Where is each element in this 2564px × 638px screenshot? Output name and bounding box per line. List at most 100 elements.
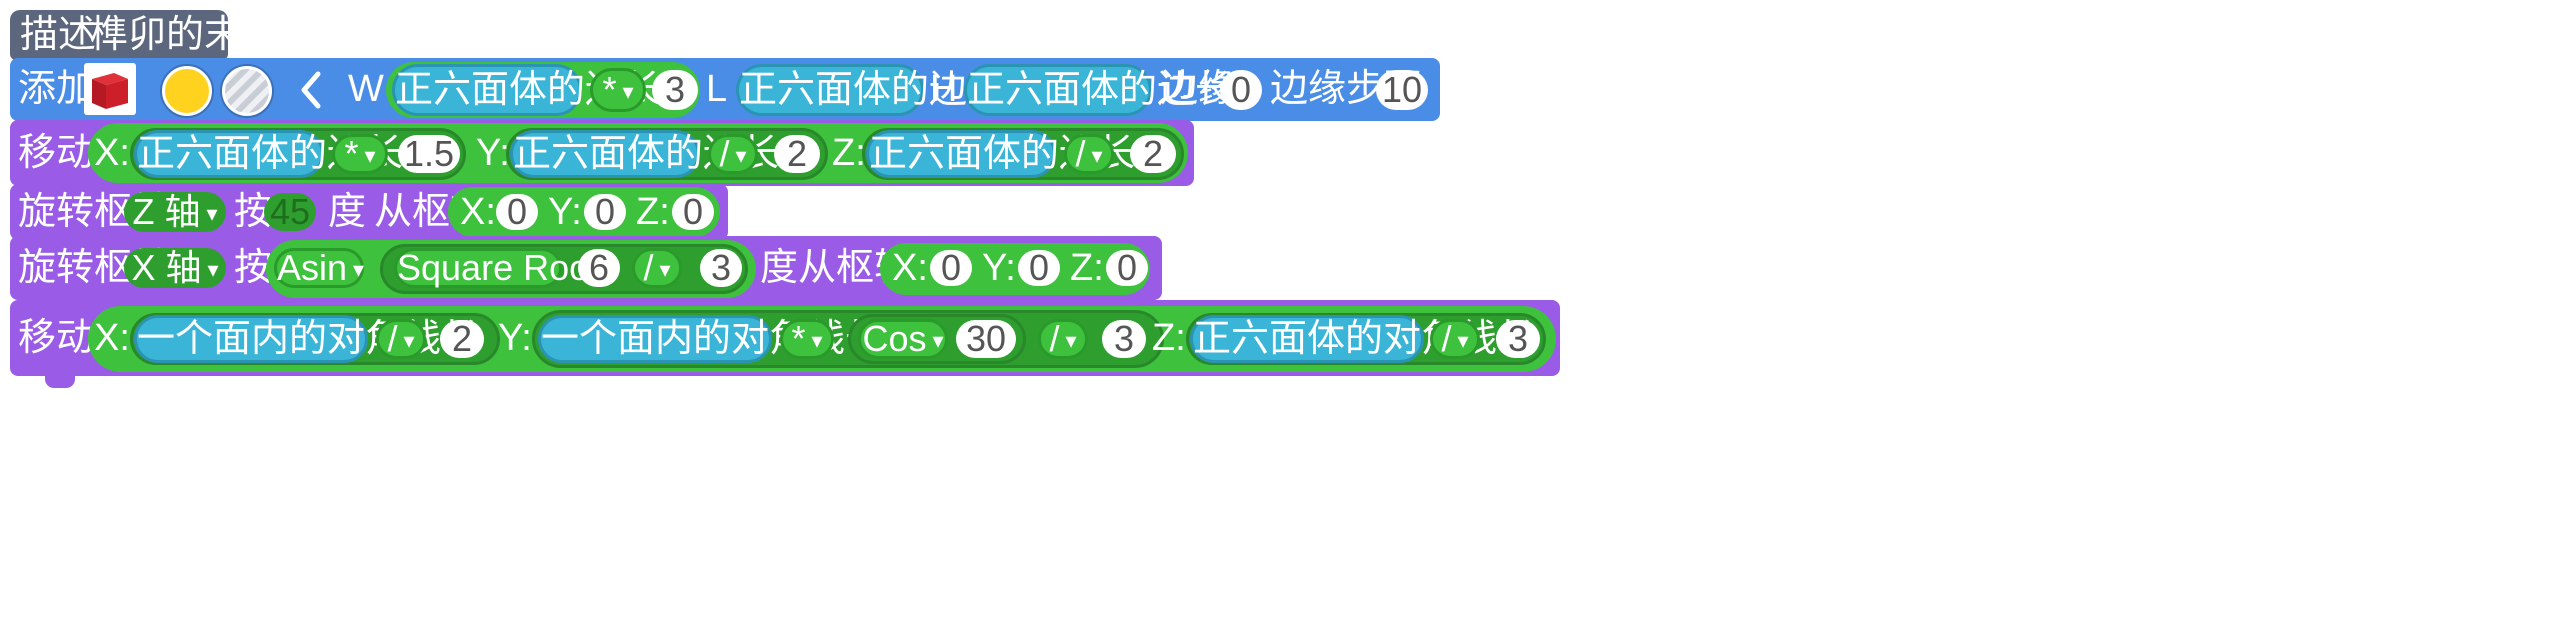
y-op-value: / [719, 133, 730, 174]
z-label: Z: [1152, 317, 1186, 359]
axis-value: Z 轴 [132, 191, 201, 232]
y-var-reporter[interactable]: 正六面体的边长 [510, 130, 779, 178]
x-input[interactable]: 0 [930, 250, 972, 286]
z-var-reporter[interactable]: 正六面体的边长 [866, 130, 1135, 178]
h-label: H [930, 68, 958, 110]
z-label: Z: [1070, 247, 1104, 289]
cos-value: Cos [862, 318, 927, 359]
axis-value: X 轴 [131, 247, 202, 288]
x-op-value: * [344, 133, 359, 174]
z-num-input[interactable]: 2 [1130, 135, 1176, 173]
y-op-dropdown[interactable]: / ▾ [708, 134, 758, 174]
chevron-down-icon: ▾ [353, 257, 365, 283]
rotate-block-1[interactable]: 旋转枢轴 Z 轴 ▾ 按 45 度 从枢轴 X: 0 Y: 0 Z: 0 [10, 184, 728, 240]
y-num-input[interactable]: 3 [1102, 320, 1146, 358]
edge-input[interactable]: 0 [1220, 70, 1262, 110]
x-label: X: [460, 191, 496, 233]
y-op1-dropdown[interactable]: * ▾ [780, 319, 834, 359]
z-label: Z: [636, 191, 670, 233]
rotate-block-2[interactable]: 旋转枢轴 X 轴▾ 按 Asin▾ Square Root▾ 6 /▾ 3 度 … [10, 236, 1162, 300]
sqrt-input[interactable]: 6 [578, 249, 620, 287]
chevron-down-icon: ▾ [932, 328, 944, 354]
z-op-value: / [1075, 133, 1086, 174]
x-label: X: [94, 317, 130, 359]
y-op1-value: * [791, 318, 806, 359]
chevron-down-icon: ▾ [207, 257, 219, 283]
w-op-dropdown[interactable]: * ▾ [590, 68, 646, 112]
w-op-value: * [602, 69, 617, 110]
x-op-value: / [387, 318, 398, 359]
op-dropdown[interactable]: / ▾ [632, 248, 682, 288]
x-op-dropdown[interactable]: * ▾ [332, 134, 388, 174]
degree-label: 度 [328, 191, 367, 233]
z-num-input[interactable]: 3 [1496, 320, 1540, 358]
cos-dropdown[interactable]: Cos ▾ [858, 319, 948, 359]
sqrt-value: Square Root [397, 247, 600, 288]
divisor-input[interactable]: 3 [700, 249, 742, 287]
w-num-input[interactable]: 3 [652, 70, 698, 110]
y-label: Y: [476, 132, 510, 174]
func-value: Asin [277, 247, 348, 288]
w-label: W [348, 68, 384, 110]
func-dropdown[interactable]: Asin ▾ [274, 248, 364, 288]
y-num-input[interactable]: 2 [774, 135, 820, 173]
x-label: X: [892, 247, 928, 289]
z-op-value: / [1441, 318, 1452, 359]
l-var-reporter[interactable]: 正六面体的边长 [736, 64, 1005, 116]
edge-steps-input[interactable]: 10 [1376, 70, 1428, 110]
x-var-reporter[interactable]: 一个面内的对角线长 [134, 315, 479, 363]
l-label: L [706, 68, 728, 110]
z-op-dropdown[interactable]: / ▾ [1064, 134, 1114, 174]
add-block[interactable]: 添加 W 正六面体的边长 * ▾ 3 L 正六面体的边长 H 正六面体的边长 边缘… [10, 58, 1440, 121]
y-op2-dropdown[interactable]: / ▾ [1038, 319, 1088, 359]
y-label: Y: [548, 191, 582, 233]
x-label: X: [94, 132, 130, 174]
chevron-down-icon: ▾ [1065, 328, 1077, 354]
move-block-2[interactable]: 移动: X: 一个面内的对角线长 / ▾ 2 Y: 一个面内的对角线长 * ▾ Co… [10, 300, 1560, 376]
z-label: Z: [832, 132, 866, 174]
x-op-dropdown[interactable]: / ▾ [376, 319, 426, 359]
sqrt-dropdown[interactable]: Square Root▾ [394, 248, 616, 288]
chevron-down-icon: ▾ [622, 79, 634, 105]
chevron-down-icon: ▾ [1091, 143, 1103, 169]
z-input[interactable]: 0 [672, 194, 714, 230]
describe-block[interactable]: 描述 榫卯的末端 [10, 10, 280, 60]
cos-input[interactable]: 30 [956, 320, 1016, 358]
describe-label: 描述 [20, 14, 97, 56]
red-cube-icon[interactable] [84, 63, 136, 115]
block-notch [45, 376, 75, 388]
y-input[interactable]: 0 [584, 194, 626, 230]
y-var-reporter[interactable]: 一个面内的对角线长 [538, 315, 883, 363]
chevron-down-icon: ▾ [1457, 328, 1469, 354]
h-var-reporter[interactable]: 正六面体的边长 [964, 64, 1233, 116]
y-label: Y: [982, 247, 1016, 289]
z-op-dropdown[interactable]: / ▾ [1430, 319, 1480, 359]
y-input[interactable]: 0 [1018, 250, 1060, 286]
describe-value: 榫卯的末端 [90, 14, 281, 56]
chevron-left-icon[interactable] [296, 70, 326, 110]
degree-input[interactable]: 45 [264, 193, 316, 231]
w-var-reporter[interactable]: 正六面体的边长 [392, 64, 661, 116]
z-input[interactable]: 0 [1106, 250, 1148, 286]
chevron-down-icon: ▾ [206, 201, 218, 227]
add-label: 添加 [18, 68, 95, 110]
x-var-reporter[interactable]: 正六面体的边长 [134, 130, 403, 178]
chevron-down-icon: ▾ [811, 328, 823, 354]
x-num-input[interactable]: 2 [440, 320, 484, 358]
chevron-down-icon: ▾ [735, 143, 747, 169]
move-block-1[interactable]: 移动: X: 正六面体的边长 * ▾ 1.5 Y: 正六面体的边长 / ▾ 2 Z:… [10, 120, 1194, 186]
op-value: / [643, 247, 654, 288]
chevron-down-icon: ▾ [659, 257, 671, 283]
chevron-down-icon: ▾ [364, 143, 376, 169]
axis-dropdown[interactable]: Z 轴 ▾ [124, 192, 226, 232]
y-label: Y: [498, 317, 532, 359]
chevron-down-icon: ▾ [403, 328, 415, 354]
axis-dropdown[interactable]: X 轴 ▾ [124, 248, 226, 288]
x-num-input[interactable]: 1.5 [398, 135, 460, 173]
degree-label: 度 [760, 247, 799, 289]
y-op2-value: / [1049, 318, 1060, 359]
z-var-reporter[interactable]: 正六面体的对角线长 [1190, 315, 1535, 363]
yellow-color-swatch[interactable] [162, 66, 212, 116]
striped-swatch-icon[interactable] [222, 66, 272, 116]
x-input[interactable]: 0 [496, 194, 538, 230]
